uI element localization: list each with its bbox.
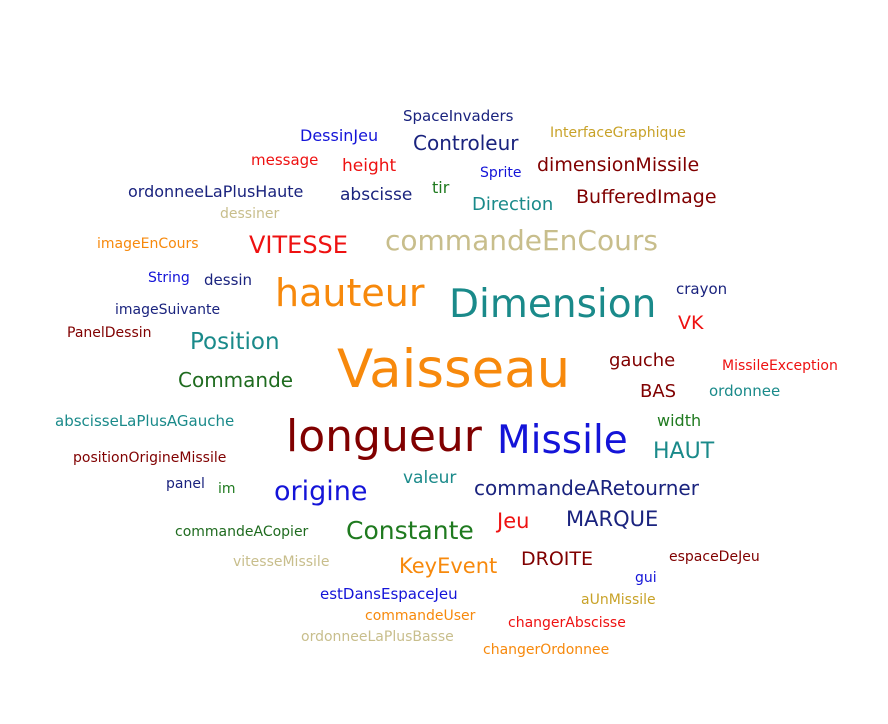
word-vaisseau: Vaisseau <box>337 339 571 400</box>
word-hauteur: hauteur <box>275 271 425 315</box>
word-width: width <box>657 411 702 430</box>
word-changerabscisse: changerAbscisse <box>508 615 626 631</box>
word-positionoriginemissile: positionOrigineMissile <box>73 450 227 466</box>
word-gui: gui <box>635 570 657 586</box>
word-dessin: dessin <box>204 271 253 289</box>
word-imageencours: imageEnCours <box>97 236 199 252</box>
word-height: height <box>342 156 397 176</box>
word-panel: panel <box>166 476 205 492</box>
word-haut: HAUT <box>653 439 715 464</box>
word-abscisselaplusagauche: abscisseLaPlusAGauche <box>55 412 235 430</box>
word-vitessemissile: vitesseMissile <box>233 554 330 570</box>
word-ordonneelaplusbasse: ordonneeLaPlusBasse <box>301 629 454 645</box>
word-vk: VK <box>678 312 704 334</box>
word-gauche: gauche <box>609 350 676 371</box>
word-bufferedimage: BufferedImage <box>576 186 717 208</box>
word-abscisse: abscisse <box>340 185 413 205</box>
word-jeu: Jeu <box>497 509 530 533</box>
word-tir: tir <box>432 178 450 197</box>
word-droite: DROITE <box>521 548 594 570</box>
word-commandeencours: commandeEnCours <box>385 224 658 257</box>
word-changerordonnee: changerOrdonnee <box>483 642 610 658</box>
word-valeur: valeur <box>403 468 457 488</box>
word-ordonneelaplushaute: ordonneeLaPlusHaute <box>128 182 304 201</box>
word-dimensionmissile: dimensionMissile <box>537 154 700 176</box>
word-missileexception: MissileException <box>722 358 838 374</box>
word-dimension: Dimension <box>449 282 657 327</box>
word-dessiner: dessiner <box>220 206 280 222</box>
word-imagesuivante: imageSuivante <box>115 302 221 318</box>
word-im: im <box>218 481 236 497</box>
word-marque: MARQUE <box>566 507 659 531</box>
word-crayon: crayon <box>676 280 728 298</box>
word-dessinjeu: DessinJeu <box>300 126 379 145</box>
word-commandeuser: commandeUser <box>365 608 476 624</box>
word-vitesse: VITESSE <box>249 231 348 259</box>
word-position: Position <box>190 329 280 355</box>
word-interfacegraphique: InterfaceGraphique <box>550 125 686 141</box>
word-estdansespacejeu: estDansEspaceJeu <box>320 585 458 603</box>
word-sprite: Sprite <box>480 165 522 181</box>
word-keyevent: KeyEvent <box>399 554 498 578</box>
word-commande: Commande <box>178 368 294 392</box>
word-aunmissile: aUnMissile <box>581 592 656 608</box>
word-bas: BAS <box>640 381 677 402</box>
word-commandeacopier: commandeACopier <box>175 524 309 540</box>
word-message: message <box>251 151 319 169</box>
word-string: String <box>148 270 190 286</box>
word-spaceinvaders: SpaceInvaders <box>403 107 514 125</box>
word-espacedejeu: espaceDeJeu <box>669 549 760 565</box>
word-commandearetourner: commandeARetourner <box>474 476 699 500</box>
word-direction: Direction <box>472 194 554 215</box>
word-missile: Missile <box>497 418 628 463</box>
word-constante: Constante <box>346 516 474 545</box>
word-longueur: longueur <box>286 411 482 462</box>
word-paneldessin: PanelDessin <box>67 325 152 341</box>
word-controleur: Controleur <box>413 131 519 155</box>
word-cloud: Vaisseau longueur Missile Dimension haut… <box>0 0 888 724</box>
word-origine: origine <box>274 476 368 507</box>
word-ordonnee: ordonnee <box>709 382 781 400</box>
